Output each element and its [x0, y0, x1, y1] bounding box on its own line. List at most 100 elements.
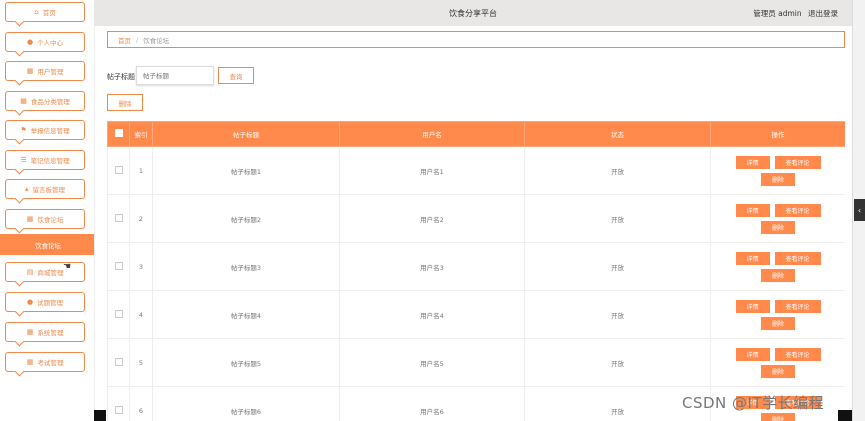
sidebar-item-questions[interactable]: ● 试题管理	[5, 292, 85, 312]
store-icon: ▤	[26, 267, 34, 276]
row-checkbox[interactable]	[114, 261, 123, 270]
delete-button[interactable]: 删除	[761, 316, 795, 330]
row-status: 开放	[524, 242, 711, 291]
sidebar-item-label: 举报信息管理	[30, 127, 70, 135]
view-comments-button[interactable]: 查看评论	[774, 155, 821, 169]
table-row: 4 帖子标题4 用户名4 开放 详情 查看评论删除	[107, 290, 845, 339]
delete-button[interactable]: 删除	[761, 412, 795, 421]
collapse-handle-icon[interactable]: ‹	[854, 199, 865, 221]
table-row: 1 帖子标题1 用户名1 开放 详情 查看评论 删除	[107, 146, 845, 195]
delete-button[interactable]: 删除	[761, 268, 795, 282]
row-user: 用户名2	[339, 194, 525, 243]
search-button[interactable]: 查询	[218, 67, 254, 84]
row-index: 4	[129, 290, 153, 339]
row-checkbox[interactable]	[114, 357, 123, 366]
row-checkbox[interactable]	[114, 309, 123, 318]
row-index: 2	[129, 194, 153, 243]
search-input[interactable]	[136, 66, 214, 85]
row-checkbox[interactable]	[114, 165, 123, 174]
select-all-header[interactable]	[107, 121, 130, 147]
sidebar-item-label: 留言板管理	[32, 186, 66, 194]
grid-icon: ▦	[26, 327, 34, 336]
sidebar-item-label: 饮食论坛	[37, 216, 64, 224]
grid-icon: ▦	[26, 66, 34, 75]
row-title: 帖子标题1	[152, 146, 340, 195]
detail-button[interactable]: 详情	[735, 347, 770, 361]
row-title: 帖子标题4	[152, 290, 340, 339]
view-comments-button[interactable]: 查看评论	[774, 299, 821, 313]
sidebar-item-label: 系统管理	[37, 329, 64, 337]
user-area: 管理员 admin 退出登录	[749, 8, 838, 19]
row-status: 开放	[524, 146, 711, 195]
breadcrumb: 首页 / 饮食论坛	[107, 31, 845, 48]
sidebar-item-profile[interactable]: ● 个人中心	[5, 32, 85, 52]
sidebar: ⌂ 首页 ● 个人中心 ▦ 用户管理 ▦ 食品分类管理 ⚑ 举报信息管理 ☰ 笔…	[0, 0, 95, 421]
view-comments-button[interactable]: 查看评论	[774, 347, 821, 361]
delete-button[interactable]: 删除	[761, 364, 795, 378]
sliders-icon: ☰	[20, 155, 27, 164]
sidebar-item-system[interactable]: ▦ 系统管理	[5, 322, 85, 342]
detail-button[interactable]: 详情	[735, 155, 770, 169]
select-all-checkbox[interactable]	[114, 129, 123, 137]
row-title: 帖子标题6	[152, 386, 340, 421]
row-user: 用户名6	[339, 386, 525, 421]
row-status: 开放	[524, 194, 711, 243]
column-header: 用户名	[339, 121, 525, 147]
row-title: 帖子标题2	[152, 194, 340, 243]
row-user: 用户名4	[339, 290, 525, 339]
sidebar-item-forum[interactable]: ▦ 饮食论坛	[5, 209, 85, 229]
table-row: 5 帖子标题5 用户名5 开放 详情 查看评论 删除	[107, 338, 845, 387]
row-index: 6	[129, 386, 153, 421]
sidebar-item-exams[interactable]: ▦ 考试管理	[5, 352, 85, 372]
table-row: 2 帖子标题2 用户名2 开放 详情 查看评论删除	[107, 194, 845, 243]
view-comments-button[interactable]: 查看评论	[774, 251, 821, 265]
row-status: 开放	[524, 338, 711, 387]
row-checkbox[interactable]	[114, 213, 123, 222]
row-title: 帖子标题5	[152, 338, 340, 387]
view-comments-button[interactable]: 查看评论	[774, 203, 821, 217]
column-header: 操作	[710, 121, 845, 147]
sidebar-item-messages[interactable]: ▴ 留言板管理	[5, 179, 85, 199]
table-header-row: 索引 帖子标题 用户名 状态 操作	[107, 121, 845, 147]
delete-button[interactable]: 删除	[761, 172, 795, 186]
sidebar-item-notes[interactable]: ☰ 笔记信息管理	[5, 150, 85, 170]
sidebar-subitem-forum-active[interactable]: 饮食论坛	[0, 234, 94, 255]
row-index: 5	[129, 338, 153, 387]
sidebar-item-label: 试题管理	[37, 299, 64, 307]
sidebar-item-mall[interactable]: ▤ 商城管理	[5, 262, 85, 282]
user-label: 管理员 admin	[753, 9, 802, 18]
detail-button[interactable]: 详情	[735, 299, 770, 313]
breadcrumb-current: 饮食论坛	[143, 36, 170, 45]
column-header: 状态	[524, 121, 711, 147]
row-title: 帖子标题3	[152, 242, 340, 291]
sidebar-item-label: 用户管理	[37, 68, 64, 76]
row-checkbox[interactable]	[114, 405, 123, 414]
bulk-delete-button[interactable]: 删除	[107, 94, 143, 111]
row-status: 开放	[524, 290, 711, 339]
top-header: 饮食分享平台 管理员 admin 退出登录	[94, 0, 852, 26]
delete-button[interactable]: 删除	[761, 220, 795, 234]
sidebar-item-home[interactable]: ⌂ 首页	[5, 2, 85, 22]
row-user: 用户名3	[339, 242, 525, 291]
detail-button[interactable]: 详情	[735, 251, 770, 265]
sidebar-item-label: 食品分类管理	[30, 98, 70, 106]
column-header: 帖子标题	[152, 121, 340, 147]
grid-icon: ▦	[26, 214, 34, 223]
sidebar-item-users[interactable]: ▦ 用户管理	[5, 61, 85, 81]
detail-button[interactable]: 详情	[735, 203, 770, 217]
sidebar-item-label: 个人中心	[37, 39, 64, 47]
sidebar-item-label: 笔记信息管理	[30, 157, 70, 165]
logout-link[interactable]: 退出登录	[808, 9, 838, 18]
row-index: 1	[129, 146, 153, 195]
forum-table: 索引 帖子标题 用户名 状态 操作 1 帖子标题1 用户名1 开放 详情 查看评论…	[107, 121, 845, 421]
home-icon: ⌂	[34, 7, 39, 16]
breadcrumb-home[interactable]: 首页	[118, 35, 131, 45]
grid-icon: ▦	[26, 357, 34, 366]
breadcrumb-separator: /	[136, 35, 139, 44]
bottom-edge-block	[838, 410, 852, 421]
sidebar-item-reports[interactable]: ⚑ 举报信息管理	[5, 120, 85, 140]
sidebar-item-food-category[interactable]: ▦ 食品分类管理	[5, 91, 85, 111]
search-label: 帖子标题	[107, 73, 135, 81]
sidebar-item-label: 首页	[42, 9, 56, 17]
user-icon: ●	[26, 297, 34, 306]
